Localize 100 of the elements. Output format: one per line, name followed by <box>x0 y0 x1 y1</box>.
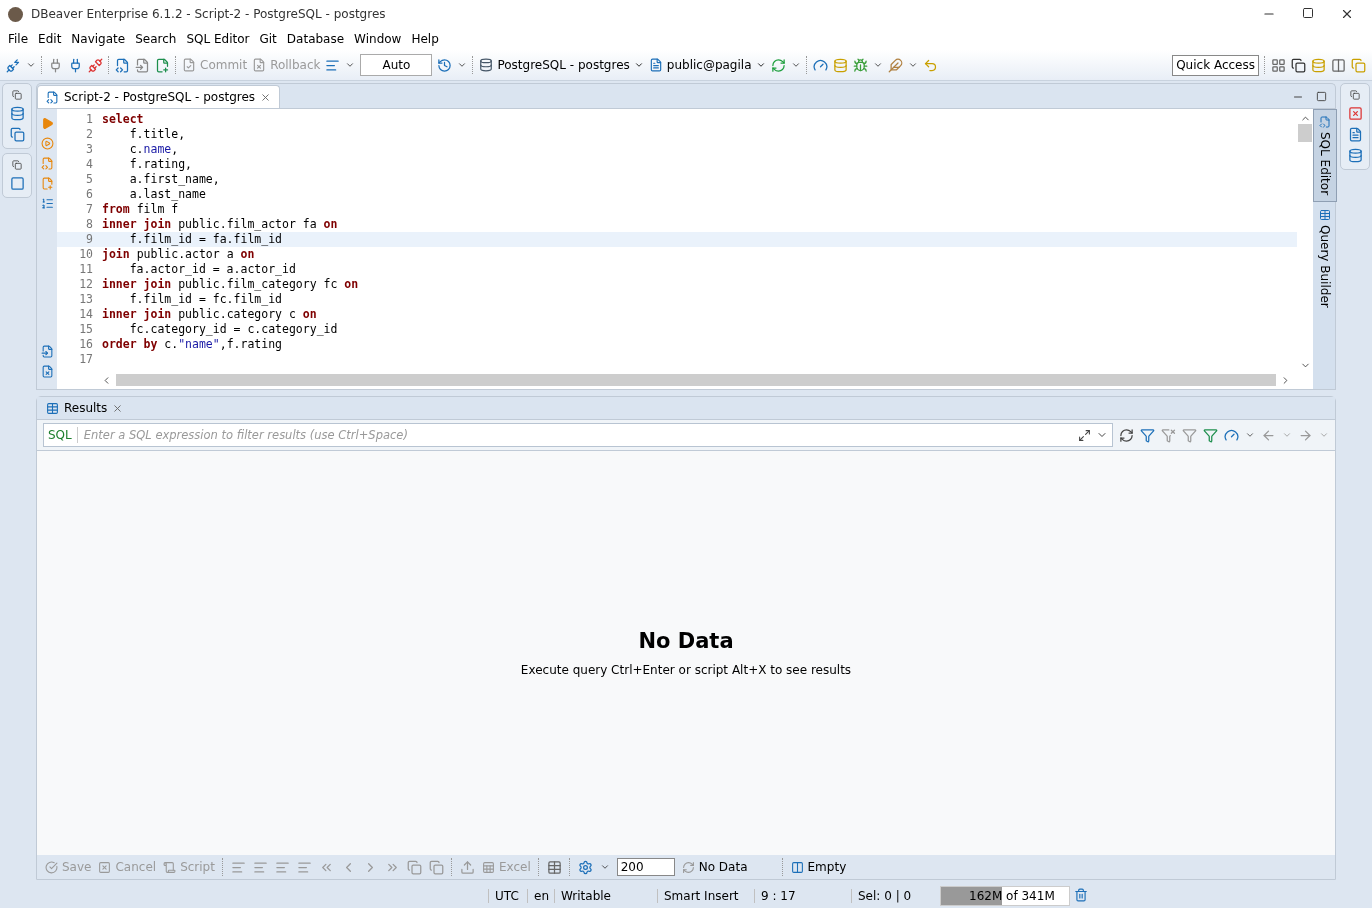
copy-icon[interactable] <box>406 859 422 875</box>
line-number: 16 <box>78 337 94 352</box>
history-icon[interactable] <box>437 57 453 73</box>
copy-icon[interactable] <box>428 859 444 875</box>
caret-icon[interactable] <box>790 60 801 70</box>
export-icon[interactable] <box>40 345 54 358</box>
menu-item[interactable]: Navigate <box>66 32 131 46</box>
line-number: 17 <box>78 352 94 367</box>
code-line: c.name, <box>128 142 179 157</box>
caret-icon[interactable] <box>457 60 468 70</box>
database-icon[interactable] <box>9 106 25 121</box>
schema-selector[interactable]: public@pagila <box>648 58 766 72</box>
line-number: 11 <box>78 262 94 277</box>
caret-icon[interactable] <box>26 60 36 70</box>
side-tab[interactable]: SQL Editor <box>1313 109 1337 203</box>
line-number: 2 <box>85 127 94 142</box>
check-icon <box>45 860 58 874</box>
plug-icon[interactable] <box>68 57 83 73</box>
database-icon[interactable] <box>1311 57 1326 73</box>
editor-tab[interactable]: Script-2 - PostgreSQL - postgres <box>37 85 281 108</box>
menu-item[interactable]: Window <box>349 32 407 46</box>
database-icon[interactable] <box>832 57 848 73</box>
vertical-scrollbar[interactable] <box>1298 124 1312 142</box>
error-icon[interactable] <box>1347 106 1363 121</box>
line-number: 7 <box>85 202 94 217</box>
results-tab[interactable]: Results <box>37 396 133 419</box>
caret-icon[interactable] <box>907 60 918 70</box>
caret-icon[interactable] <box>599 862 610 872</box>
filter-icon[interactable] <box>1140 427 1155 443</box>
maximize-icon[interactable] <box>1302 7 1314 21</box>
menu-item[interactable]: Git <box>254 32 282 46</box>
upload-icon[interactable] <box>459 859 475 875</box>
file-error-icon[interactable] <box>40 365 54 378</box>
filter-field[interactable]: SQL Enter a SQL expression to filter results (use Ctrl+Space) <box>43 423 1113 447</box>
menu-item[interactable]: Help <box>406 32 444 46</box>
sheet-icon <box>481 860 495 874</box>
database-icon[interactable] <box>1347 148 1363 163</box>
refresh-icon[interactable] <box>1119 427 1134 443</box>
caret-icon[interactable] <box>872 60 883 70</box>
script-icon[interactable] <box>135 57 150 73</box>
format-icon[interactable] <box>325 57 341 73</box>
settings-icon[interactable] <box>577 859 593 875</box>
line-number: 8 <box>85 217 94 232</box>
bug-icon[interactable] <box>852 57 868 73</box>
menu-item[interactable]: Search <box>130 32 182 46</box>
script-icon[interactable] <box>115 57 130 73</box>
code-line: select <box>102 112 144 127</box>
columns-icon[interactable] <box>1331 57 1346 73</box>
plug-icon[interactable] <box>48 57 63 73</box>
menu-item[interactable]: Edit <box>33 32 67 46</box>
menu-item[interactable]: Database <box>281 32 350 46</box>
filter-clear-icon[interactable] <box>1161 427 1176 443</box>
window-icon[interactable] <box>9 176 25 191</box>
new-script-icon[interactable] <box>155 57 170 73</box>
script-icon[interactable] <box>40 157 54 170</box>
quick-access-field[interactable]: Quick Access <box>1172 54 1259 76</box>
panel-icon[interactable] <box>546 859 562 875</box>
restore-icon[interactable] <box>12 160 22 170</box>
caret-icon[interactable] <box>345 60 356 70</box>
close-icon[interactable] <box>1340 7 1354 21</box>
copy-icon[interactable] <box>1351 57 1366 73</box>
back-icon[interactable] <box>1261 427 1276 443</box>
code-line: order by c."name",f.rating <box>102 337 283 352</box>
gauge-icon[interactable] <box>812 57 828 73</box>
window-icon[interactable] <box>9 127 25 142</box>
line-number: 1 <box>85 112 94 127</box>
script-icon[interactable] <box>40 177 54 190</box>
restore-icon[interactable] <box>1350 90 1360 100</box>
connection-selector[interactable]: PostgreSQL - postgres <box>479 58 644 72</box>
panel-button[interactable]: Empty <box>790 860 847 874</box>
code-line: join public.actor a on <box>102 247 255 262</box>
app-logo-icon <box>8 6 23 22</box>
list-icon[interactable] <box>40 197 54 210</box>
locale-status: en <box>527 889 554 903</box>
filter-icon[interactable] <box>1203 427 1218 443</box>
line-number: 14 <box>78 307 94 322</box>
back-icon[interactable] <box>922 57 938 73</box>
selection-status: Sel: 0 | 0 <box>851 889 932 903</box>
side-tab[interactable]: Query Builder <box>1313 202 1337 315</box>
feather-icon[interactable] <box>887 57 903 73</box>
plug-icon[interactable] <box>6 57 21 73</box>
restore-icon[interactable] <box>12 90 22 100</box>
filter-icon[interactable] <box>1182 427 1197 443</box>
transaction-mode-field[interactable]: Auto <box>360 54 433 76</box>
perspective-icon[interactable] <box>1271 57 1286 73</box>
disconnect-icon[interactable] <box>88 57 103 73</box>
database-icon <box>479 58 494 72</box>
maximize-icon[interactable] <box>1078 428 1091 442</box>
refresh-button[interactable]: No Data <box>681 860 748 874</box>
caret-icon[interactable] <box>1245 430 1255 440</box>
menu-item[interactable]: File <box>3 32 34 46</box>
play-icon[interactable] <box>40 117 54 130</box>
gauge-icon[interactable] <box>1224 427 1239 443</box>
fetch-size-field[interactable]: 200 <box>616 858 675 876</box>
perspective-icon[interactable] <box>1291 57 1306 73</box>
horizontal-scrollbar[interactable] <box>116 374 1276 386</box>
play-icon[interactable] <box>40 137 54 150</box>
trash-icon[interactable] <box>1074 887 1088 902</box>
menu-item[interactable]: SQL Editor <box>181 32 255 46</box>
forward-icon[interactable] <box>1298 427 1313 443</box>
